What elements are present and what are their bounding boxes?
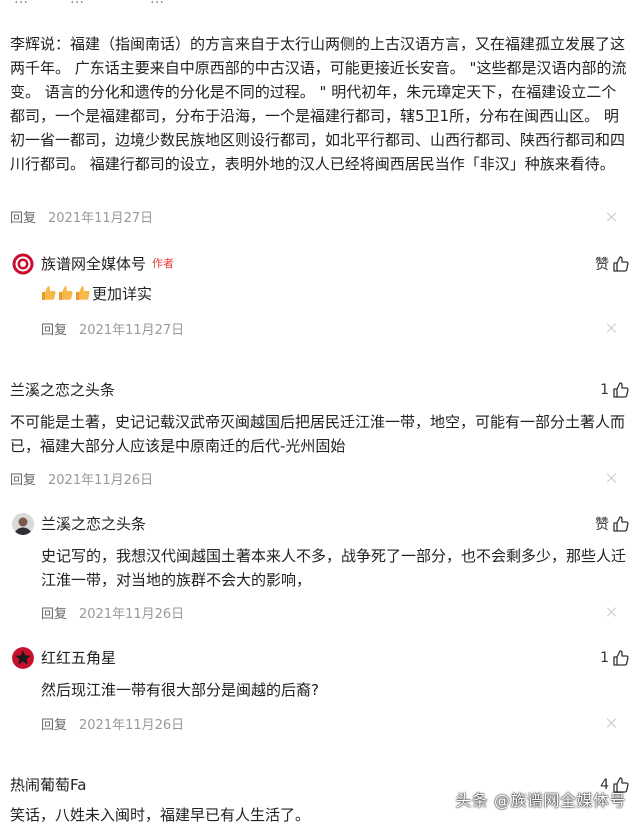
top-fragment: … xyxy=(70,0,84,7)
thumbs-up-emoji-icon xyxy=(58,285,74,301)
user-avatar[interactable] xyxy=(12,513,34,535)
reply-button[interactable]: 回复 xyxy=(41,603,67,622)
like-button[interactable]: 赞 xyxy=(595,254,630,274)
comment-username[interactable]: 兰溪之恋之头条 xyxy=(10,380,115,400)
close-icon[interactable] xyxy=(605,471,619,485)
like-button[interactable]: 1 xyxy=(600,380,630,400)
reply-button[interactable]: 回复 xyxy=(41,714,67,733)
thumbs-up-emoji-icon xyxy=(75,285,91,301)
like-label: 赞 xyxy=(595,517,609,533)
reply-username[interactable]: 族谱网全媒体号 xyxy=(41,255,146,273)
reply-text: 史记写的，我想汉代闽越国土著本来人不多，战争死了一部分，也不会剩多少，那些人迁江… xyxy=(41,547,627,589)
comment-date: 2021年11月27日 xyxy=(48,210,154,226)
like-button[interactable]: 1 xyxy=(600,648,630,668)
reply-date: 2021年11月26日 xyxy=(79,606,185,622)
comment-meta: 回复 2021年11月26日 xyxy=(10,467,153,489)
reply-date: 2021年11月27日 xyxy=(79,322,185,338)
reply-meta: 回复 2021年11月27日 xyxy=(41,317,184,339)
like-label: 赞 xyxy=(595,257,609,273)
comment-text: 李辉说：福建（指闽南话）的方言来自于太行山两侧的上古汉语方言，又在福建孤立发展了… xyxy=(10,35,627,173)
thumbs-up-emoji-icon xyxy=(41,285,57,301)
author-badge: 作者 xyxy=(152,257,175,270)
like-count: 1 xyxy=(600,650,609,666)
comment-username[interactable]: 热闹葡萄Fa xyxy=(10,775,86,795)
thumbs-up-icon xyxy=(613,256,629,272)
top-fragment: … xyxy=(150,0,164,7)
close-icon[interactable] xyxy=(605,210,619,224)
reply-username[interactable]: 兰溪之恋之头条 xyxy=(41,514,146,534)
close-icon[interactable] xyxy=(605,605,619,619)
close-icon[interactable] xyxy=(605,321,619,335)
reply-user[interactable]: 族谱网全媒体号 作者 xyxy=(41,254,174,274)
logo-avatar-icon[interactable] xyxy=(12,253,34,275)
reply-button[interactable]: 回复 xyxy=(41,319,67,338)
reply-username[interactable]: 红红五角星 xyxy=(41,648,116,668)
reply-text: 然后现江淮一带有很大部分是闽越的后裔? xyxy=(41,681,319,699)
watermark: 头条 @族谱网全媒体号 xyxy=(455,791,626,810)
top-fragment: … xyxy=(14,0,28,7)
reply-button[interactable]: 回复 xyxy=(10,207,36,226)
thumbs-up-icon xyxy=(613,382,629,398)
reply-text: 更加详实 xyxy=(92,285,153,303)
reply-date: 2021年11月26日 xyxy=(79,717,185,733)
comment-meta: 回复 2021年11月27日 xyxy=(10,205,153,227)
close-icon[interactable] xyxy=(605,716,619,730)
comment-date: 2021年11月26日 xyxy=(48,472,154,488)
like-button[interactable]: 赞 xyxy=(595,514,630,534)
reply-meta: 回复 2021年11月26日 xyxy=(41,601,184,623)
thumbs-up-icon xyxy=(613,516,629,532)
like-count: 1 xyxy=(600,382,609,398)
top-cropped-strip: … … … xyxy=(0,0,640,10)
comment-text: 不可能是土著，史记记载汉武帝灭闽越国后把居民迁江淮一带，地空，可能有一部分土著人… xyxy=(10,413,626,455)
reply-content: 更加详实 xyxy=(41,283,640,305)
reply-meta: 回复 2021年11月26日 xyxy=(41,712,184,734)
thumbs-up-icon xyxy=(613,650,629,666)
reply-button[interactable]: 回复 xyxy=(10,469,36,488)
star-avatar-icon[interactable] xyxy=(12,647,34,669)
